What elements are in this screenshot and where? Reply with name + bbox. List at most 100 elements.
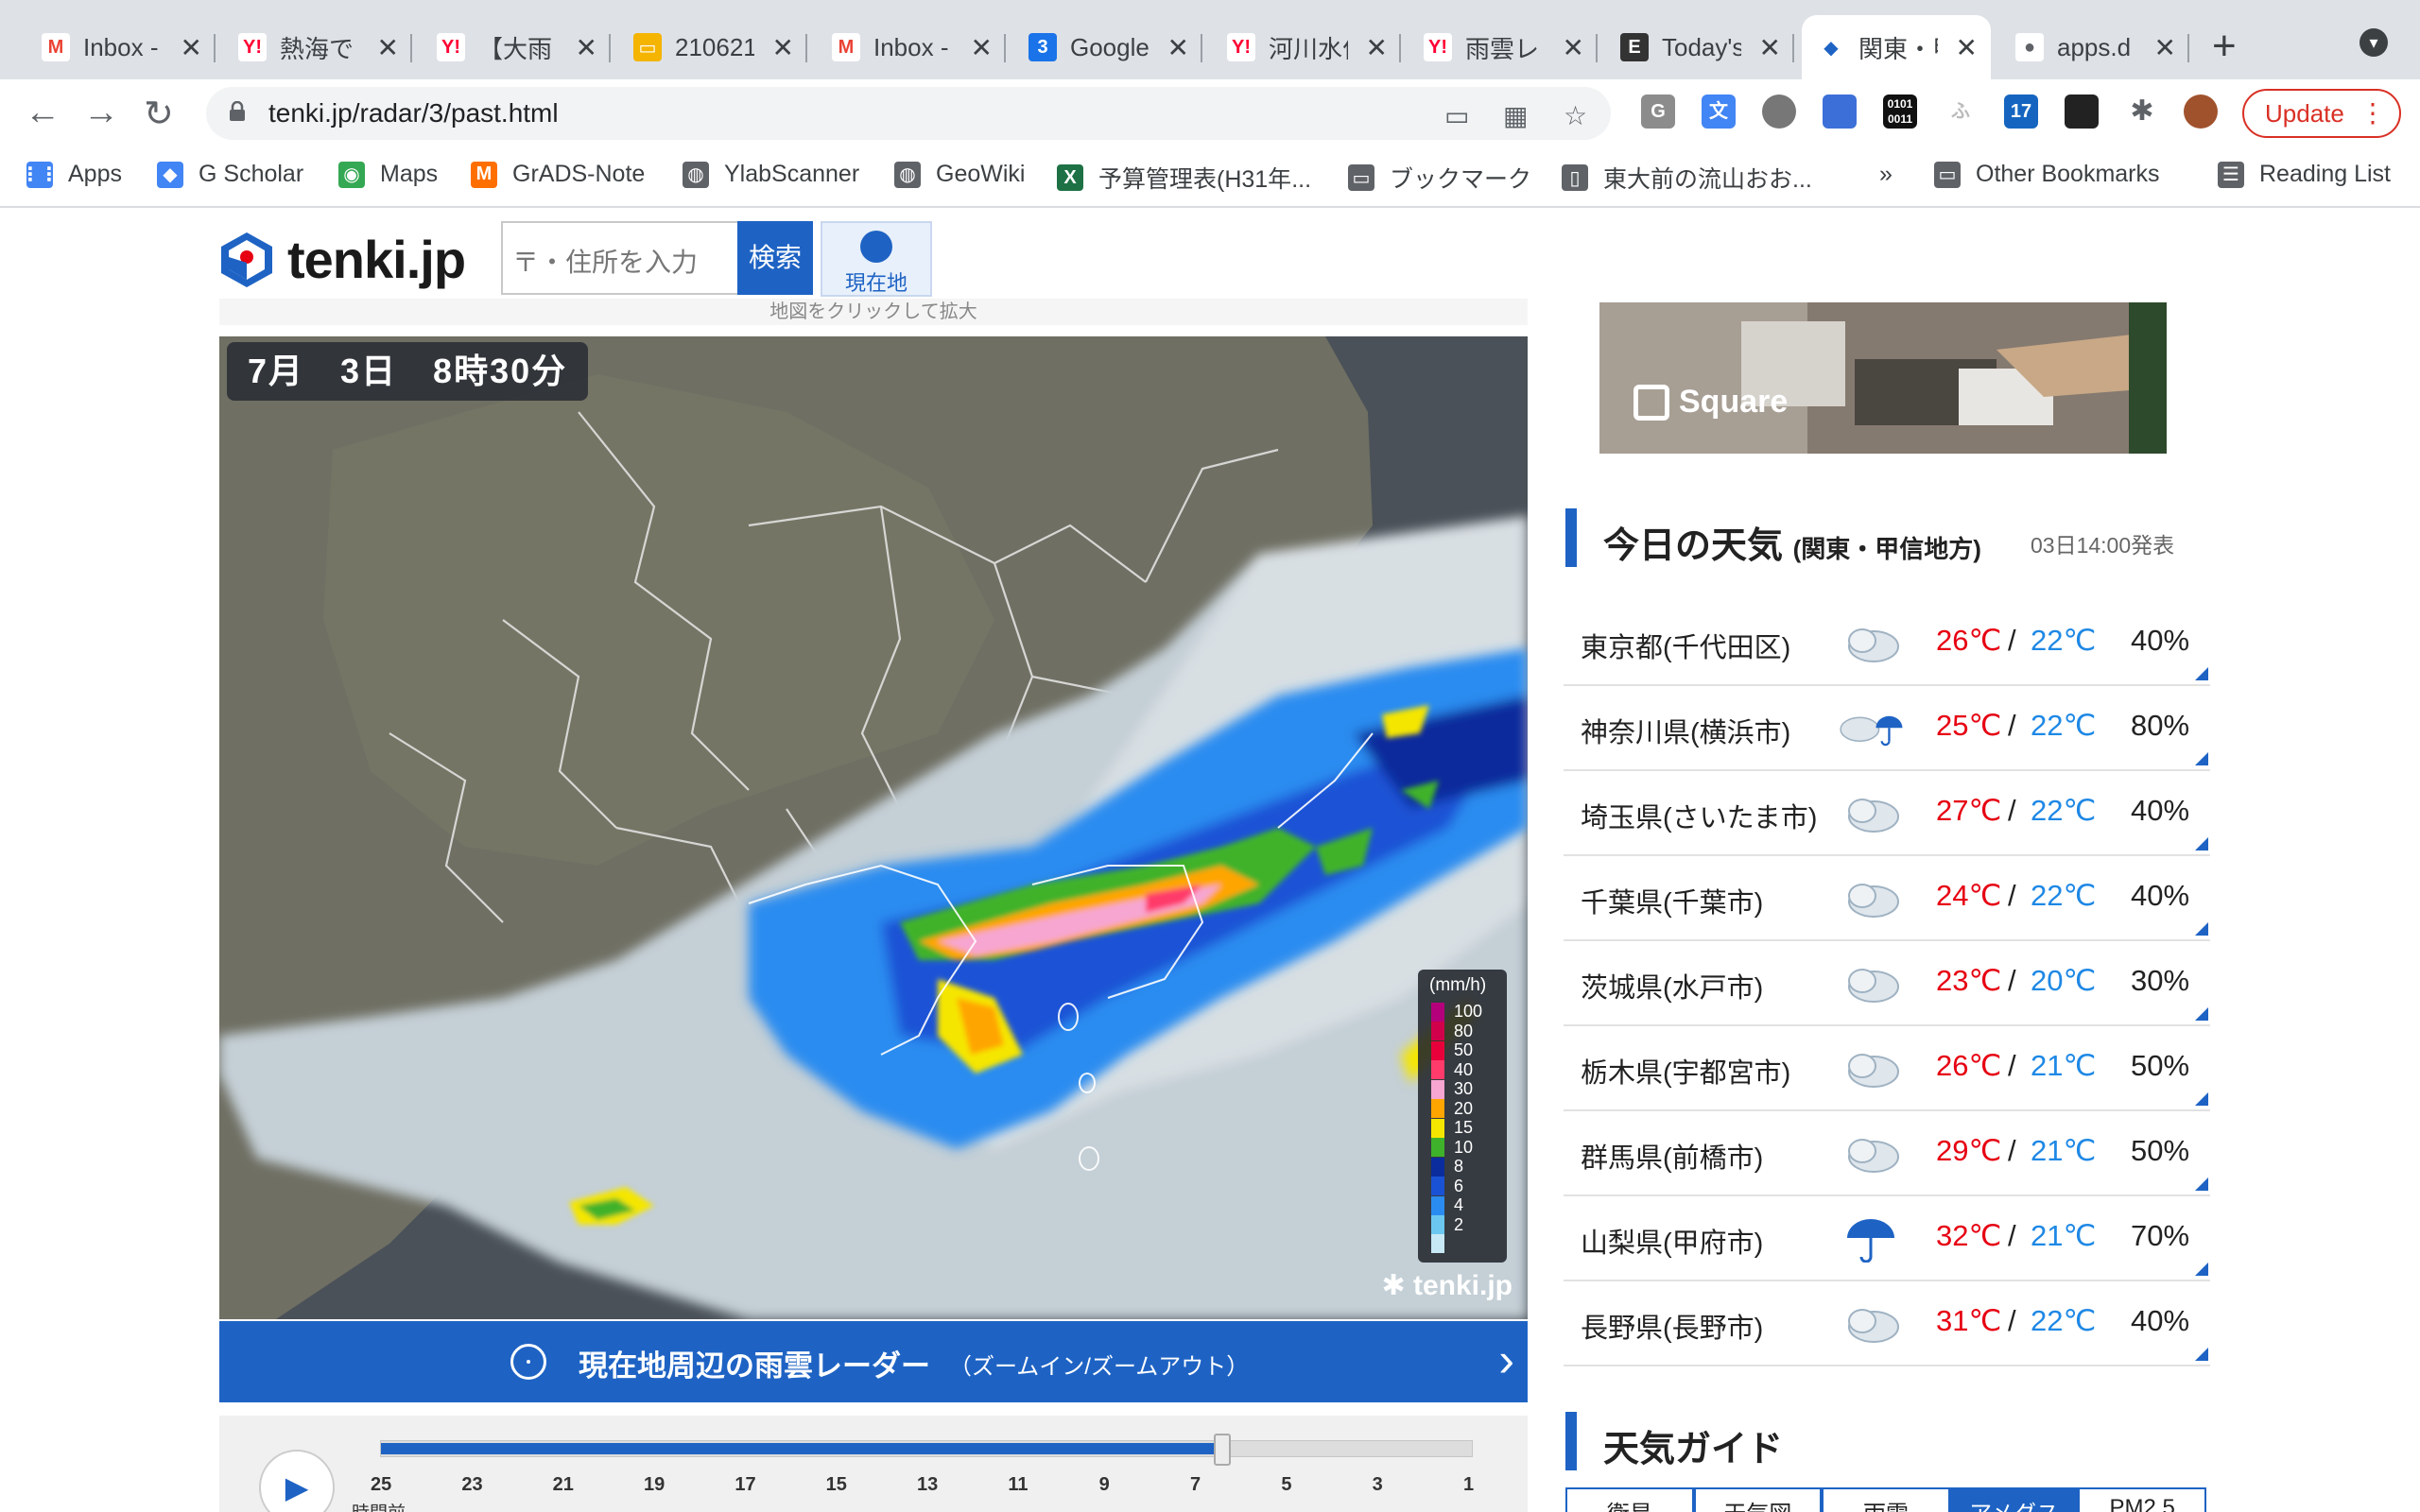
rain-radar-map[interactable]: 7月 3日 8時30分 (mm/h) 100 80 50 40 30 20 15 10 8 6 4 2… — [219, 336, 1528, 1319]
back-arrow-icon[interactable]: ← — [25, 93, 60, 133]
bookmark-extension-icon[interactable] — [2065, 94, 2099, 129]
browser-tab[interactable]: ● apps.d ✕ — [2000, 15, 2189, 79]
browser-toolbar: ← → ↻ tenki.jp/radar/3/past.html ▭ ▦ ☆ — [0, 79, 2420, 146]
profile-avatar[interactable] — [2184, 94, 2218, 129]
tab-close-icon[interactable]: ✕ — [576, 32, 597, 63]
browser-tab[interactable]: ▭ 210621 ✕ — [618, 15, 807, 79]
browser-tab[interactable]: 3 Google ✕ — [1013, 15, 1202, 79]
forecast-row[interactable]: 栃木県(宇都宮市) 26℃/ 21℃ 50% — [1564, 1026, 2210, 1111]
forecast-row[interactable]: 茨城県(水戸市) 23℃/ 20℃ 30% — [1564, 941, 2210, 1026]
bookmark-item[interactable]: ◍ YlabScanner — [683, 161, 859, 188]
bookmark-item[interactable]: ◆ G Scholar — [157, 161, 303, 188]
tab-close-icon[interactable]: ✕ — [377, 32, 399, 63]
browser-tab[interactable]: Y! 河川水位 ✕ — [1212, 15, 1401, 79]
puzzle-extensions-icon[interactable]: ✱ — [2125, 94, 2159, 129]
map-click-hint: 地図をクリックして拡大 — [219, 299, 1528, 325]
forecast-row[interactable]: 東京都(千代田区) 26℃/ 22℃ 40% — [1564, 601, 2210, 686]
calendar-extension-icon[interactable]: 17 — [2004, 94, 2038, 129]
forecast-row[interactable]: 山梨県(甲府市) 32℃/ 21℃ 70% — [1564, 1196, 2210, 1281]
current-location-button[interactable]: 現在地 — [821, 221, 932, 297]
address-search-input[interactable]: 〒・住所を入力 — [501, 221, 737, 295]
forward-arrow-icon[interactable]: → — [83, 93, 119, 133]
timeline-handle[interactable] — [1214, 1434, 1232, 1466]
legend-row: 100 — [1431, 1002, 1482, 1022]
forecast-high-temp: 31℃ — [1936, 1304, 2002, 1337]
extension-circle-icon[interactable] — [1762, 94, 1796, 129]
binary-extension-icon[interactable]: 0101 0011 — [1883, 94, 1917, 129]
translate-icon[interactable]: 文 — [1702, 94, 1736, 129]
bookmark-item[interactable]: ☰ Reading List — [2218, 161, 2391, 188]
browser-tab[interactable]: Y! 雨雲レ ✕ — [1409, 15, 1598, 79]
guide-tab[interactable]: アメダス — [1949, 1487, 2079, 1512]
legend-row: 80 — [1431, 1022, 1473, 1041]
forecast-row[interactable]: 群馬県(前橋市) 29℃/ 21℃ 50% — [1564, 1111, 2210, 1196]
globe-icon: ◍ — [683, 161, 709, 188]
reload-icon[interactable]: ↻ — [144, 93, 174, 135]
tab-favicon-icon: Y! — [1424, 33, 1452, 61]
timeline-slider[interactable] — [380, 1434, 1473, 1466]
tab-close-icon[interactable]: ✕ — [1759, 32, 1781, 63]
forecast-row[interactable]: 長野県(長野市) 31℃/ 22℃ 40% — [1564, 1281, 2210, 1366]
tab-close-icon[interactable]: ✕ — [1563, 32, 1584, 63]
bookmark-item[interactable]: » — [1879, 161, 1893, 188]
legend-value: 8 — [1454, 1157, 1464, 1176]
bookmark-item[interactable]: ◍ GeoWiki — [894, 161, 1025, 188]
browser-tab[interactable]: Y! 【大雨 ✕ — [422, 15, 611, 79]
tab-close-icon[interactable]: ✕ — [1956, 32, 1978, 63]
tab-title: Inbox - — [83, 32, 159, 61]
extension-g-icon[interactable]: G — [1641, 94, 1675, 129]
tab-close-icon[interactable]: ✕ — [1167, 32, 1189, 63]
guide-tab[interactable]: PM2.5 — [2078, 1487, 2206, 1512]
bookmark-item[interactable]: ▭ Other Bookmarks — [1934, 161, 2160, 188]
extension-box-icon[interactable] — [1823, 94, 1857, 129]
guide-tab[interactable]: 天気図 — [1693, 1487, 1823, 1512]
bookmark-item[interactable]: ◉ Maps — [338, 161, 438, 188]
tab-search-icon[interactable]: ▾ — [2360, 28, 2388, 57]
nearby-radar-banner[interactable]: 現在地周辺の雨雲レーダー （ズームイン/ズームアウト） › — [219, 1321, 1528, 1402]
square-advertisement[interactable]: Square — [1599, 302, 2167, 454]
ad-photo — [1599, 302, 2167, 454]
forecast-row[interactable]: 神奈川県(横浜市) 25℃/ 22℃ 80% — [1564, 686, 2210, 771]
search-button[interactable]: 検索 — [737, 221, 813, 295]
forecast-high-temp: 24℃ — [1936, 879, 2002, 912]
tab-close-icon[interactable]: ✕ — [772, 32, 794, 63]
forecast-row[interactable]: 埼玉県(さいたま市) 27℃/ 22℃ 40% — [1564, 771, 2210, 856]
browser-tab[interactable]: M Inbox - ✕ — [817, 15, 1006, 79]
play-button[interactable]: ▶ — [259, 1450, 335, 1512]
forecast-low-temp: 22℃ — [2031, 794, 2097, 827]
site-logo[interactable]: tenki.jp — [217, 229, 466, 290]
bookmark-item[interactable]: M GrADS-Note — [471, 161, 645, 188]
tab-favicon-icon: M — [832, 33, 860, 61]
tab-close-icon[interactable]: ✕ — [2154, 32, 2176, 63]
radar-brand-logo: ✱ tenki.jp — [1382, 1269, 1513, 1302]
qr-code-icon[interactable]: ▦ — [1503, 100, 1528, 131]
timeline-tick-label: 9 — [1098, 1474, 1110, 1495]
forecast-row[interactable]: 千葉県(千葉市) 24℃/ 22℃ 40% — [1564, 856, 2210, 941]
tab-close-icon[interactable]: ✕ — [181, 32, 202, 63]
legend-value: 20 — [1454, 1098, 1474, 1118]
browser-tab[interactable]: M Inbox - ✕ — [26, 15, 216, 79]
address-bar[interactable]: tenki.jp/radar/3/past.html ▭ ▦ ☆ — [206, 87, 1611, 140]
timeline-tick-label: 25 — [371, 1474, 392, 1495]
bookmark-item[interactable]: ▯ 東大前の流山おお... — [1562, 161, 1812, 195]
new-tab-button[interactable]: + — [2212, 23, 2237, 70]
guide-tab[interactable]: 衛星 — [1565, 1487, 1694, 1512]
guide-tab[interactable]: 雨雲 — [1822, 1487, 1950, 1512]
tab-close-icon[interactable]: ✕ — [1366, 32, 1388, 63]
tab-close-icon[interactable]: ✕ — [971, 32, 993, 63]
radar-brand-text: tenki.jp — [1412, 1270, 1512, 1301]
hiragana-extension-icon[interactable]: ふ — [1944, 94, 1978, 129]
temp-separator: / — [2008, 879, 2016, 912]
forecast-high-temp: 26℃ — [1936, 624, 2002, 657]
tab-title: Google — [1070, 32, 1150, 61]
bookmark-item[interactable]: ▭ ブックマーク — [1348, 161, 1531, 195]
radar-map-graphic — [219, 336, 1528, 1319]
bookmark-item[interactable]: ⋮⋮ Apps — [21, 161, 122, 188]
browser-tab[interactable]: Y! 熱海で ✕ — [223, 15, 412, 79]
bookmark-item[interactable]: X 予算管理表(H31年... — [1057, 161, 1311, 195]
cast-icon[interactable]: ▭ — [1444, 100, 1469, 131]
bookmark-star-icon[interactable]: ☆ — [1564, 100, 1587, 131]
browser-tab[interactable]: E Today's ✕ — [1605, 15, 1794, 79]
browser-tab[interactable]: ◆ 関東・甲 ✕ — [1802, 15, 1991, 79]
update-button[interactable]: Update ⋮ — [2242, 89, 2401, 138]
